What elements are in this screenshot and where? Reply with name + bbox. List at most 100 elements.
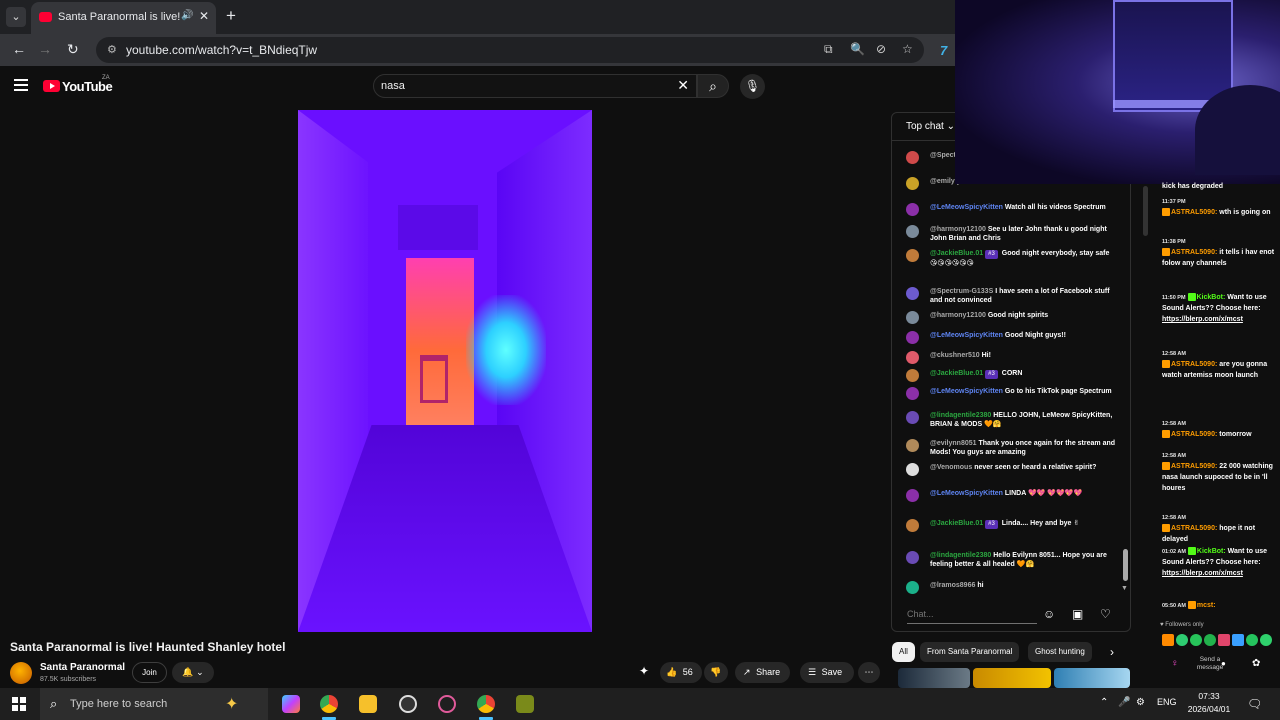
like-button[interactable]: 👍 56 (660, 662, 702, 683)
speaker-icon[interactable]: 🔊 (181, 10, 193, 21)
chat-author[interactable]: @Spect (930, 152, 956, 159)
chat-avatar[interactable] (906, 581, 919, 594)
super-chat-icon[interactable]: ▣ (1072, 607, 1083, 621)
chip-ghost-hunting[interactable]: Ghost hunting (1028, 642, 1092, 662)
chat-avatar[interactable] (906, 387, 919, 400)
chip-all[interactable]: All (892, 642, 915, 662)
live-activity-icon[interactable]: ✦ (639, 664, 649, 678)
chat-avatar[interactable] (906, 203, 919, 216)
kick-username[interactable]: ASTRAL5090: (1171, 209, 1217, 216)
chevron-right-icon[interactable]: › (1110, 645, 1114, 659)
youtube-logo-text[interactable]: YouTube (62, 79, 113, 94)
menu-icon[interactable] (14, 79, 28, 91)
chat-author[interactable]: @lindagentile2380 (930, 412, 991, 419)
zoom-icon[interactable]: 🔍 (850, 42, 865, 56)
site-info-icon[interactable]: ⚙ (107, 43, 117, 56)
obs-icon[interactable] (399, 695, 417, 713)
install-app-icon[interactable]: ⧉ (824, 42, 833, 57)
emote-icon[interactable] (1260, 634, 1272, 646)
chat-author[interactable]: @JackieBlue.01 (930, 520, 983, 527)
kick-username[interactable]: mcst: (1197, 602, 1216, 609)
scroll-down-icon[interactable]: ▼ (1121, 585, 1128, 592)
channel-name[interactable]: Santa Paranormal (40, 662, 125, 673)
more-actions-icon[interactable]: ⋯ (858, 662, 880, 683)
chat-author[interactable]: @evilynn8051 (930, 440, 977, 447)
chat-avatar[interactable] (906, 463, 919, 476)
thumbnail[interactable] (1054, 668, 1130, 688)
kick-message-link[interactable]: https://blerp.com/x/mcst (1162, 316, 1243, 323)
chat-author[interactable]: @harmony12100 (930, 226, 986, 233)
url-text[interactable]: youtube.com/watch?v=t_BNdieqTjw (126, 43, 317, 57)
kick-username[interactable]: ASTRAL5090: (1171, 249, 1217, 256)
emote-icon[interactable] (1246, 634, 1258, 646)
chat-author[interactable]: @ckushner510 (930, 352, 980, 359)
chat-author[interactable]: @LeMeowSpicyKitten (930, 490, 1003, 497)
address-bar[interactable]: ⚙ youtube.com/watch?v=t_BNdieqTjw ⧉ 🔍 ⊘ … (96, 37, 924, 63)
chat-author[interactable]: @LeMeowSpicyKitten (930, 332, 1003, 339)
search-box[interactable]: ✕ (373, 74, 697, 98)
youtube-logo-icon[interactable] (43, 80, 60, 92)
chat-avatar[interactable] (906, 225, 919, 238)
chat-author[interactable]: @JackieBlue.01 (930, 370, 983, 377)
emoji-icon[interactable]: ☺ (1043, 607, 1055, 621)
chat-avatar[interactable] (906, 551, 919, 564)
thumbnail[interactable] (973, 668, 1051, 688)
search-icon[interactable]: ⌕ (697, 74, 729, 98)
chat-author[interactable]: @lindagentile2380 (930, 552, 991, 559)
language-indicator[interactable]: ENG (1157, 697, 1177, 707)
video-player[interactable] (298, 110, 592, 632)
new-tab-button[interactable]: + (226, 6, 236, 26)
tab-search-button[interactable]: ⌄ (6, 7, 26, 27)
chat-author[interactable]: @harmony12100 (930, 312, 986, 319)
chat-author[interactable]: @Spectrum-G133S (930, 288, 993, 295)
bluetooth-icon[interactable]: ⚙ (1136, 697, 1145, 708)
chat-author[interactable]: @emily (930, 178, 955, 185)
voice-search-icon[interactable]: 🎙 (740, 74, 765, 99)
chat-avatar[interactable] (906, 439, 919, 452)
chrome-profile-icon[interactable] (477, 695, 495, 713)
heart-icon[interactable]: ♡ (1100, 607, 1111, 621)
emote-icon[interactable] (1162, 634, 1174, 646)
chat-avatar[interactable] (906, 249, 919, 262)
related-thumbnails[interactable] (898, 668, 1130, 688)
thumbnail[interactable] (898, 668, 970, 688)
eye-off-icon[interactable]: ⊘ (876, 42, 886, 56)
taskbar-clock[interactable]: 07:33 2026/04/01 (1183, 690, 1235, 716)
emote-icon[interactable] (1204, 634, 1216, 646)
emote-icon[interactable] (1218, 634, 1230, 646)
chat-author[interactable]: @Venomous (930, 464, 972, 471)
back-icon[interactable]: ← (12, 41, 26, 57)
emote-bar[interactable] (1162, 634, 1277, 648)
notification-bell-button[interactable]: 🔔 ⌄ (172, 662, 214, 683)
clear-search-icon[interactable]: ✕ (677, 77, 689, 94)
dislike-button[interactable]: 👎 (704, 662, 728, 683)
emote-picker-icon[interactable]: ♀ (1171, 658, 1179, 669)
app-icon[interactable] (516, 695, 534, 713)
chat-avatar[interactable] (906, 369, 919, 382)
close-tab-icon[interactable]: ✕ (199, 9, 209, 23)
chat-avatar[interactable] (906, 177, 919, 190)
app-icon[interactable] (438, 695, 456, 713)
kick-username[interactable]: ASTRAL5090: (1171, 525, 1217, 532)
kick-username[interactable]: ASTRAL5090: (1171, 361, 1217, 368)
save-button[interactable]: ☰ Save (800, 662, 854, 683)
kick-chat-scrollbar[interactable] (1143, 186, 1148, 236)
chat-avatar[interactable] (906, 519, 919, 532)
emote-icon[interactable] (1176, 634, 1188, 646)
notifications-icon[interactable]: 🗨 (1247, 697, 1262, 711)
channel-avatar[interactable] (10, 662, 32, 684)
chip-from-channel[interactable]: From Santa Paranormal (920, 642, 1020, 662)
extension-icon[interactable]: 7 (940, 43, 947, 58)
chat-avatar[interactable] (906, 411, 919, 424)
reload-icon[interactable]: ↻ (67, 41, 79, 58)
kick-message-link[interactable]: https://blerp.com/x/mcst (1162, 570, 1243, 577)
kick-username[interactable]: ASTRAL5090: (1171, 463, 1217, 470)
emote-icon[interactable] (1232, 634, 1244, 646)
copilot-icon[interactable] (282, 695, 300, 713)
kick-username[interactable]: KickBot: (1197, 548, 1226, 555)
join-button[interactable]: Join (132, 662, 167, 683)
chat-author[interactable]: @LeMeowSpicyKitten (930, 388, 1003, 395)
chat-author[interactable]: @LeMeowSpicyKitten (930, 204, 1003, 211)
chat-avatar[interactable] (906, 331, 919, 344)
chat-avatar[interactable] (906, 311, 919, 324)
